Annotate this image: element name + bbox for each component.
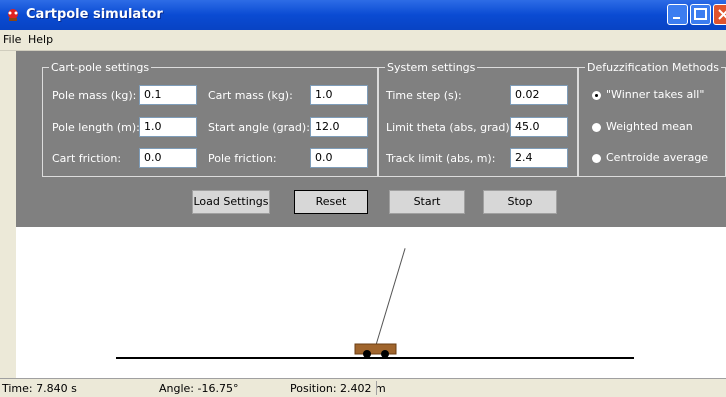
cart-mass-input[interactable]: 1.0	[310, 85, 368, 105]
load-settings-button[interactable]: Load Settings	[192, 190, 270, 214]
pole-friction-input[interactable]: 0.0	[310, 148, 368, 168]
radio-centroide[interactable]	[592, 153, 601, 163]
menu-file[interactable]: File	[3, 33, 21, 46]
reset-button[interactable]: Reset	[294, 190, 368, 214]
time-step-label: Time step (s):	[386, 89, 462, 102]
limit-theta-label: Limit theta (abs, grad):	[386, 121, 514, 134]
cart-wheel-left	[363, 350, 371, 358]
start-button[interactable]: Start	[389, 190, 465, 214]
status-bar: Time: 7.840 s Angle: -16.75° Position: 2…	[0, 378, 726, 397]
defuzz-option-label: Centroide average	[606, 151, 709, 164]
status-angle: Angle: -16.75°	[159, 382, 239, 395]
cart-wheel-right	[381, 350, 389, 358]
status-position: Position: 2.402 m	[290, 382, 386, 395]
maximize-icon	[694, 8, 707, 20]
defuzz-legend: Defuzzification Methods	[585, 61, 721, 74]
cart-body	[354, 343, 397, 355]
radio-winner[interactable]	[592, 90, 601, 100]
window-title: Cartpole simulator	[26, 7, 163, 22]
track-limit-input[interactable]: 2.4	[510, 148, 568, 168]
start-angle-input[interactable]: 12.0	[310, 117, 368, 137]
radio-weighted[interactable]	[592, 122, 601, 132]
defuzz-option-label: "Winner takes all"	[606, 88, 705, 101]
pole-length-label: Pole length (m):	[52, 121, 140, 134]
menu-bar: File Help	[0, 30, 726, 51]
left-margin	[0, 51, 16, 378]
limit-theta-input[interactable]: 45.0	[510, 117, 568, 137]
app-icon	[8, 9, 18, 21]
track-limit-label: Track limit (abs, m):	[386, 152, 496, 165]
cart-friction-label: Cart friction:	[52, 152, 122, 165]
menu-help[interactable]: Help	[28, 33, 53, 46]
defuzz-option-label: Weighted mean	[606, 120, 693, 133]
pole-friction-label: Pole friction:	[208, 152, 277, 165]
cart-friction-input[interactable]: 0.0	[139, 148, 197, 168]
simulation-canvas	[16, 227, 726, 378]
defuzz-option-weighted[interactable]: Weighted mean	[592, 120, 693, 133]
defuzz-option-centroide[interactable]: Centroide average	[592, 151, 708, 164]
pole	[375, 248, 406, 346]
system-settings-legend: System settings	[385, 61, 478, 74]
status-time: Time: 7.840 s	[2, 382, 77, 395]
defuzz-option-winner[interactable]: "Winner takes all"	[592, 88, 704, 101]
start-angle-label: Start angle (grad):	[208, 121, 310, 134]
pole-mass-input[interactable]: 0.1	[139, 85, 197, 105]
cartpole-settings-legend: Cart-pole settings	[49, 61, 152, 74]
close-button[interactable]	[713, 4, 726, 25]
close-icon	[718, 9, 726, 20]
minimize-icon	[673, 17, 680, 19]
pole-length-input[interactable]: 1.0	[139, 117, 197, 137]
minimize-button[interactable]	[667, 4, 688, 25]
pole-mass-label: Pole mass (kg):	[52, 89, 137, 102]
stop-button[interactable]: Stop	[483, 190, 557, 214]
cart-mass-label: Cart mass (kg):	[208, 89, 293, 102]
simulation-drawing	[116, 248, 634, 359]
title-bar: Cartpole simulator	[0, 0, 726, 30]
maximize-button[interactable]	[690, 4, 711, 25]
controls-panel: Cart-pole settings Pole mass (kg): 0.1 C…	[16, 51, 726, 227]
time-step-input[interactable]: 0.02	[510, 85, 568, 105]
status-divider	[376, 381, 377, 395]
